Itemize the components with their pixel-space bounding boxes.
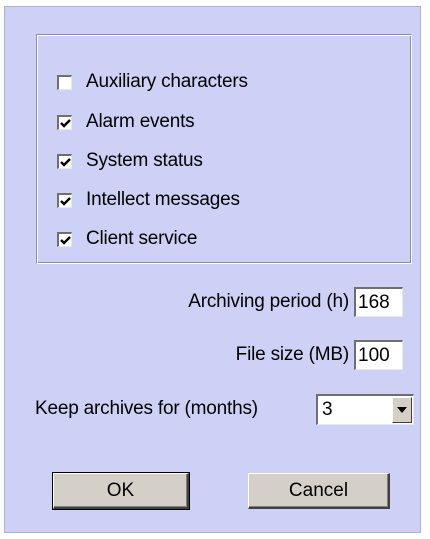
- checkmark-icon: [60, 235, 71, 245]
- option-label: Intellect messages: [86, 189, 240, 210]
- keep-archives-value: 3: [322, 399, 333, 420]
- cancel-button[interactable]: Cancel: [248, 473, 390, 509]
- intellect-messages-checkbox[interactable]: [57, 192, 72, 208]
- client-service-checkbox[interactable]: [57, 231, 72, 247]
- archiving-period-label: Archiving period (h): [188, 291, 349, 312]
- alarm-events-checkbox[interactable]: [57, 114, 72, 130]
- chevron-down-icon: [397, 407, 407, 413]
- event-types-group: Auxiliary characters Alarm events System…: [36, 34, 412, 264]
- option-alarm-events[interactable]: Alarm events: [57, 110, 195, 134]
- archiving-period-input[interactable]: [354, 287, 403, 317]
- keep-archives-label: Keep archives for (months): [35, 398, 258, 419]
- option-label: System status: [86, 150, 203, 171]
- option-auxiliary-characters[interactable]: Auxiliary characters: [57, 70, 248, 94]
- option-label: Client service: [86, 228, 198, 249]
- auxiliary-characters-checkbox[interactable]: [57, 74, 72, 90]
- option-label: Alarm events: [86, 111, 195, 132]
- archive-settings-dialog: Auxiliary characters Alarm events System…: [4, 6, 421, 533]
- ok-button[interactable]: OK: [52, 472, 190, 510]
- option-system-status[interactable]: System status: [57, 149, 203, 173]
- option-client-service[interactable]: Client service: [57, 227, 197, 251]
- option-label: Auxiliary characters: [86, 71, 248, 92]
- system-status-checkbox[interactable]: [57, 153, 72, 169]
- keep-archives-select[interactable]: 3: [316, 394, 414, 425]
- checkmark-icon: [60, 118, 71, 128]
- option-intellect-messages[interactable]: Intellect messages: [57, 188, 240, 212]
- file-size-label: File size (MB): [235, 344, 350, 365]
- checkmark-icon: [60, 157, 71, 167]
- checkmark-icon: [60, 196, 71, 206]
- dropdown-arrow-button[interactable]: [392, 397, 412, 423]
- file-size-input[interactable]: [354, 340, 403, 370]
